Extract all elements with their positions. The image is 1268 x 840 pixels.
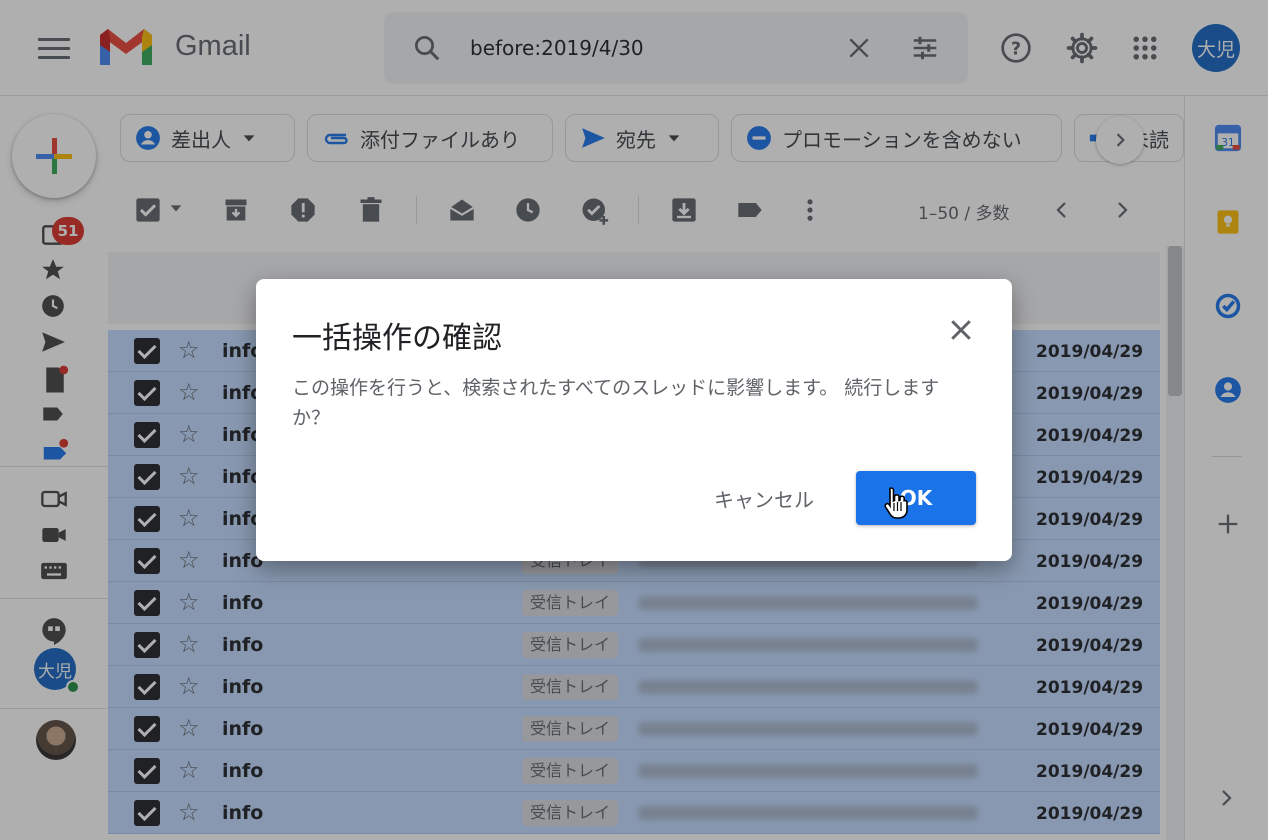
close-icon[interactable] <box>946 315 976 345</box>
hand-cursor-icon <box>882 485 912 521</box>
ok-button[interactable]: OK <box>856 471 976 525</box>
dialog-title: 一括操作の確認 <box>292 321 502 356</box>
cancel-button[interactable]: キャンセル <box>696 471 832 525</box>
dialog-message: この操作を行うと、検索されたすべてのスレッドに影響します。 続行しますか？ <box>292 377 940 429</box>
bulk-action-confirm-dialog: 一括操作の確認 この操作を行うと、検索されたすべてのスレッドに影響します。 続行… <box>256 279 1012 561</box>
